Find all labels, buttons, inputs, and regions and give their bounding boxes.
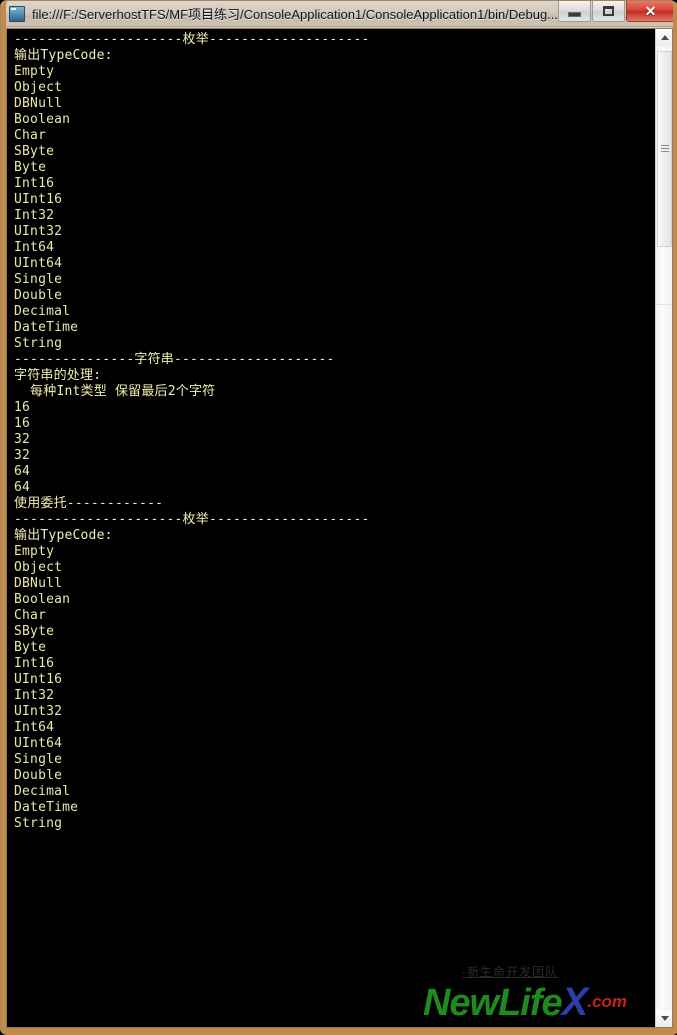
console-line: DBNull (14, 96, 63, 111)
console-line: String (14, 336, 63, 351)
console-line: ---------------字符串-------------------- (14, 352, 335, 367)
console-line: Object (14, 560, 63, 575)
console-line: Byte (14, 640, 47, 655)
scroll-up-button[interactable] (656, 29, 672, 46)
scroll-down-arrow-icon (660, 1016, 669, 1021)
console-line: UInt16 (14, 192, 63, 207)
console-line: UInt64 (14, 256, 63, 271)
console-line: Empty (14, 64, 55, 79)
minimize-button[interactable] (558, 1, 591, 22)
console-line: Decimal (14, 304, 71, 319)
console-line: Single (14, 752, 63, 767)
console-line: DBNull (14, 576, 63, 591)
console-line: ---------------------枚举-----------------… (14, 32, 370, 47)
console-line: 输出TypeCode: (14, 48, 113, 63)
console-line: 输出TypeCode: (14, 528, 113, 543)
close-button[interactable]: ✕ (626, 1, 675, 22)
console-line: Int32 (14, 688, 55, 703)
console-line: Int16 (14, 656, 55, 671)
console-line: 64 (14, 464, 31, 479)
scroll-up-arrow-icon (660, 35, 669, 40)
console-line: 32 (14, 432, 31, 447)
console-output[interactable]: ---------------------枚举-----------------… (7, 29, 655, 1027)
console-line: Empty (14, 544, 55, 559)
console-line: Char (14, 608, 47, 623)
vertical-scrollbar[interactable] (655, 29, 672, 1027)
console-line: Single (14, 272, 63, 287)
console-line: DateTime (14, 320, 79, 335)
console-line: UInt32 (14, 704, 63, 719)
console-line: SByte (14, 624, 55, 639)
console-line: Char (14, 128, 47, 143)
console-line: UInt64 (14, 736, 63, 751)
scroll-thumb-grip-icon (661, 145, 669, 153)
console-line: 使用委托------------ (14, 496, 164, 511)
console-client-area: ---------------------枚举-----------------… (6, 28, 673, 1028)
console-line: Object (14, 80, 63, 95)
console-line: 字符串的处理: (14, 368, 102, 383)
console-line: 16 (14, 400, 31, 415)
maximize-icon (603, 5, 614, 16)
console-line: Decimal (14, 784, 71, 799)
console-line: Boolean (14, 112, 71, 127)
console-line: Int64 (14, 720, 55, 735)
console-app-icon (9, 5, 25, 22)
console-line: SByte (14, 144, 55, 159)
scroll-track-mark (656, 304, 672, 305)
console-line: Byte (14, 160, 47, 175)
title-bar[interactable]: file:///F:/ServerhostTFS/MF项目练习/ConsoleA… (1, 1, 677, 27)
console-line: UInt16 (14, 672, 63, 687)
scroll-thumb[interactable] (657, 51, 672, 247)
console-line: 每种Int类型 保留最后2个字符 (14, 384, 216, 399)
console-line: 16 (14, 416, 31, 431)
console-line: Int16 (14, 176, 55, 191)
console-line: Double (14, 768, 63, 783)
console-line: String (14, 816, 63, 831)
close-icon: ✕ (644, 2, 657, 19)
scroll-down-button[interactable] (656, 1010, 672, 1027)
window-title: file:///F:/ServerhostTFS/MF项目练习/ConsoleA… (32, 7, 558, 22)
console-line: Boolean (14, 592, 71, 607)
window-controls: ✕ (558, 1, 675, 26)
console-line: DateTime (14, 800, 79, 815)
console-window: file:///F:/ServerhostTFS/MF项目练习/ConsoleA… (0, 0, 677, 1035)
console-line: Int32 (14, 208, 55, 223)
maximize-button[interactable] (592, 1, 625, 22)
console-line: Int64 (14, 240, 55, 255)
console-line: ---------------------枚举-----------------… (14, 512, 370, 527)
minimize-icon (568, 11, 581, 17)
console-line: Double (14, 288, 63, 303)
console-line: 64 (14, 480, 31, 495)
console-line: 32 (14, 448, 31, 463)
console-line: UInt32 (14, 224, 63, 239)
